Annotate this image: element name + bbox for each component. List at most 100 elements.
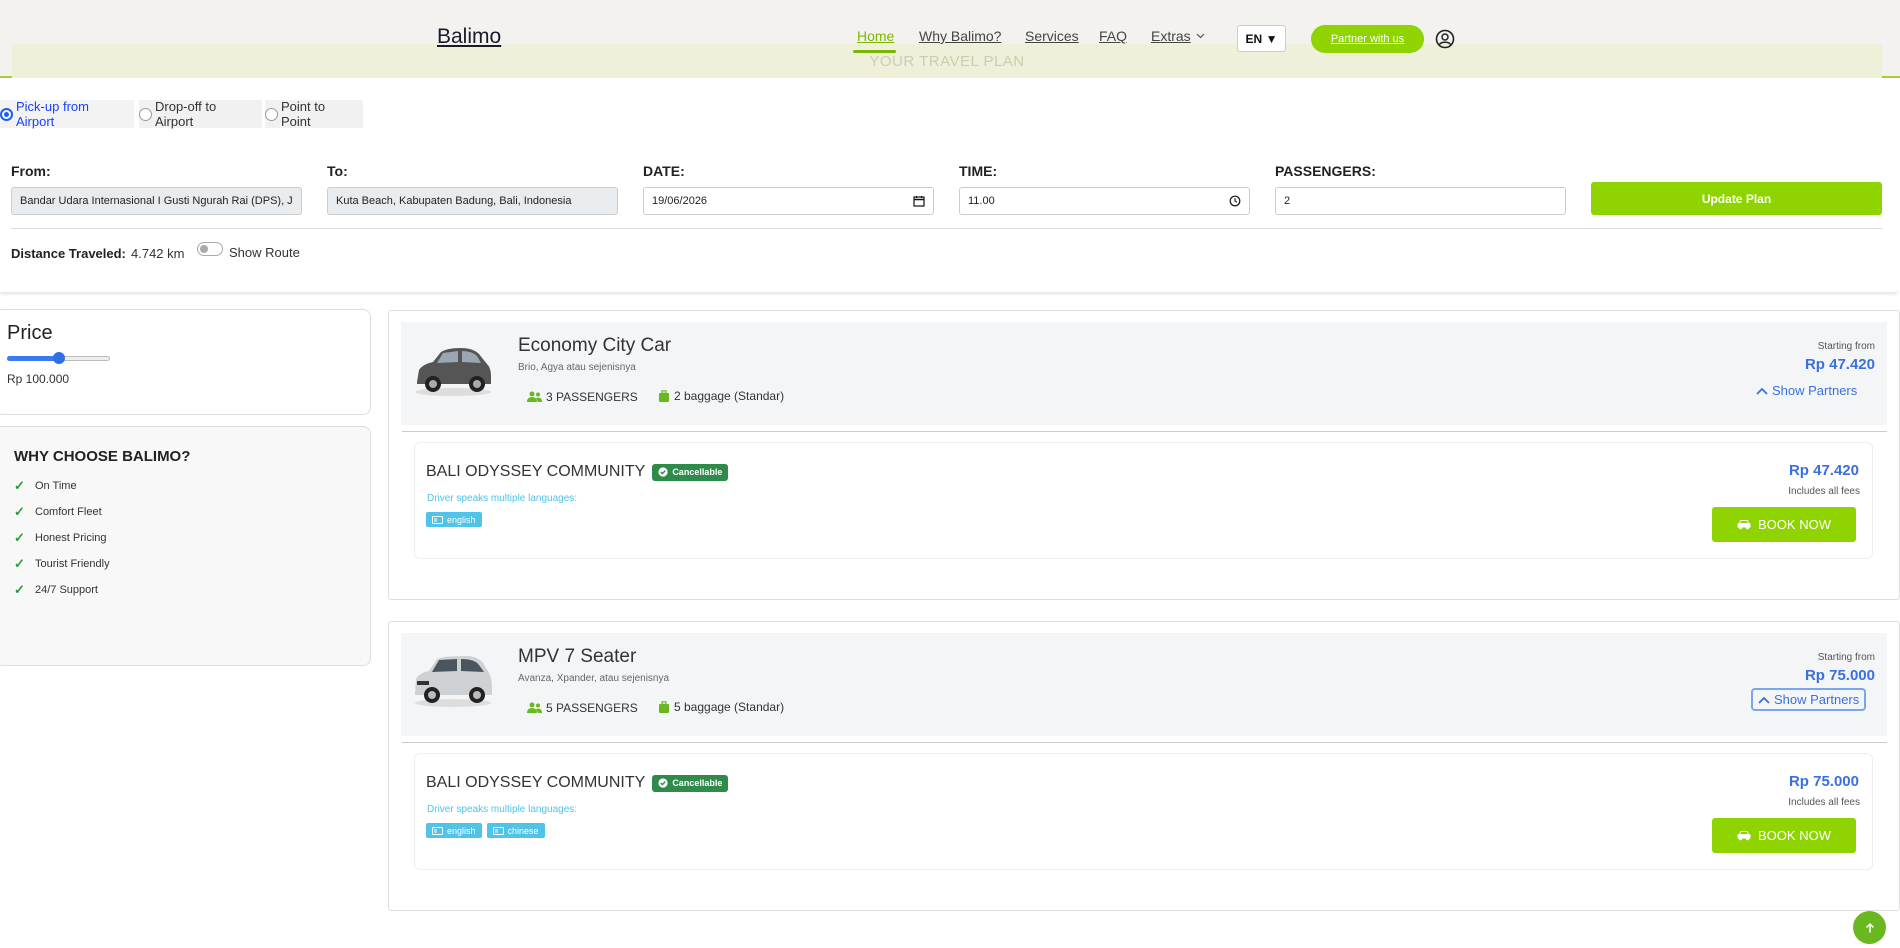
car-image-mpv xyxy=(415,656,492,707)
checkmark-icon: ✓ xyxy=(14,530,25,545)
id-card-icon xyxy=(492,826,504,835)
partner-with-us-button[interactable]: Partner with us xyxy=(1311,25,1424,53)
suitcase-icon xyxy=(659,389,669,402)
radio-pickup[interactable] xyxy=(0,107,13,121)
from-label: From: xyxy=(11,163,51,179)
passengers-label: PASSENGERS: xyxy=(1275,163,1376,179)
price-slider-handle[interactable] xyxy=(53,352,65,364)
check-circle-icon xyxy=(658,778,668,788)
car-image-economy xyxy=(415,348,491,396)
price-slider-fill xyxy=(7,356,59,361)
partner-card xyxy=(414,753,1873,870)
cancellable-label: Cancellable xyxy=(672,467,723,477)
id-card-icon xyxy=(432,515,443,524)
passengers-field[interactable]: 2 xyxy=(1275,187,1566,215)
user-account-icon[interactable] xyxy=(1435,29,1455,49)
users-icon xyxy=(527,391,542,402)
vehicle-subtitle: Brio, Agya atau sejenisnya xyxy=(518,362,636,373)
nav-extras[interactable]: Extras xyxy=(1151,28,1205,44)
language-label: EN xyxy=(1245,31,1263,46)
time-value: 11.00 xyxy=(968,195,995,207)
from-field[interactable]: Bandar Udara Internasional I Gusti Ngura… xyxy=(11,187,302,215)
show-partners-button[interactable]: Show Partners xyxy=(1756,383,1857,398)
arrow-up-icon xyxy=(1865,922,1874,932)
passengers-text: 5 PASSENGERS xyxy=(546,701,638,715)
vehicle-name: MPV 7 Seater xyxy=(518,646,637,667)
nav-home[interactable]: Home xyxy=(857,28,894,44)
distance-label: Distance Traveled: xyxy=(11,246,126,261)
update-plan-button[interactable]: Update Plan xyxy=(1591,182,1882,215)
checkmark-icon: ✓ xyxy=(14,582,25,597)
nav-active-indicator xyxy=(853,50,896,53)
back-to-top-button[interactable] xyxy=(1853,911,1886,944)
language-select[interactable]: EN ▼ xyxy=(1237,25,1286,52)
price-filter-title: Price xyxy=(7,322,53,344)
why-item-label: Comfort Fleet xyxy=(35,506,102,518)
language-chip: english xyxy=(426,512,482,527)
language-chip: chinese xyxy=(486,823,545,838)
language-chip-label: english xyxy=(447,514,476,525)
vehicle-divider xyxy=(402,742,1887,743)
time-field[interactable]: 11.00 xyxy=(959,187,1250,215)
why-item: ✓ Comfort Fleet xyxy=(14,504,102,520)
why-item: ✓ Tourist Friendly xyxy=(14,556,110,572)
clock-icon[interactable] xyxy=(1229,195,1241,207)
language-chips: english xyxy=(426,512,482,527)
cancellable-badge: Cancellable xyxy=(652,463,729,481)
why-item: ✓ On Time xyxy=(14,478,77,494)
vehicle-subtitle: Avanza, Xpander, atau sejenisnya xyxy=(518,673,670,684)
partner-name-row: BALI ODYSSEY COMMUNITY Cancellable xyxy=(426,463,729,481)
show-route-toggle[interactable] xyxy=(197,242,223,256)
language-note: Driver speaks multiple languages: xyxy=(427,493,578,504)
trip-type-pickup-label: Pick-up from Airport xyxy=(16,99,89,129)
users-icon xyxy=(527,702,542,713)
nav-why-balimo[interactable]: Why Balimo? xyxy=(919,28,1001,44)
trip-type-dropoff-label: Drop-off to Airport xyxy=(155,99,217,129)
caret-down-icon: ▼ xyxy=(1265,31,1278,46)
trip-type-dropoff[interactable]: Drop-off to Airport xyxy=(139,99,262,129)
starting-price: Rp 75.000 xyxy=(1804,667,1875,684)
book-now-button[interactable]: BOOK NOW xyxy=(1712,507,1856,542)
car-icon xyxy=(1737,520,1751,530)
trip-type-p2p-label: Point to Point xyxy=(281,99,326,129)
travel-plan-banner: YOUR TRAVEL PLAN xyxy=(12,44,1882,78)
cancellable-badge: Cancellable xyxy=(652,774,729,792)
why-item: ✓ Honest Pricing xyxy=(14,530,107,546)
why-item-label: Honest Pricing xyxy=(35,532,107,544)
partner-name: BALI ODYSSEY COMMUNITY xyxy=(426,774,646,791)
check-circle-icon xyxy=(658,467,668,477)
vehicle-baggage: 5 baggage (Standar) xyxy=(658,700,784,714)
date-field[interactable]: 19/06/2026 xyxy=(643,187,934,215)
book-now-button[interactable]: BOOK NOW xyxy=(1712,818,1856,853)
show-partners-button[interactable]: Show Partners xyxy=(1751,688,1867,711)
show-partners-label: Show Partners xyxy=(1774,692,1860,707)
checkmark-icon: ✓ xyxy=(14,504,25,519)
id-card-icon xyxy=(432,826,443,835)
trip-type-pickup[interactable]: Pick-up from Airport xyxy=(0,99,134,129)
language-chip-label: chinese xyxy=(507,825,539,836)
to-field[interactable]: Kuta Beach, Kabupaten Badung, Bali, Indo… xyxy=(327,187,618,215)
starting-from-label: Starting from xyxy=(1817,652,1875,663)
form-panel-shadow xyxy=(0,288,1897,292)
vehicle-name: Economy City Car xyxy=(518,335,672,356)
suitcase-icon xyxy=(659,700,669,713)
radio-point-to-point[interactable] xyxy=(265,107,278,121)
logo[interactable]: Balimo xyxy=(437,25,501,49)
starting-price: Rp 47.420 xyxy=(1804,356,1875,373)
partner-price: Rp 47.420 xyxy=(1788,462,1859,479)
language-chips: english chinese xyxy=(426,823,545,838)
to-label: To: xyxy=(327,163,348,179)
partner-price: Rp 75.000 xyxy=(1788,773,1859,790)
car-icon xyxy=(1737,831,1751,841)
nav-services[interactable]: Services xyxy=(1025,28,1079,44)
radio-dropoff[interactable] xyxy=(139,107,152,121)
book-now-label: BOOK NOW xyxy=(1758,517,1831,532)
trip-type-point-to-point[interactable]: Point to Point xyxy=(265,99,363,129)
why-item-label: 24/7 Support xyxy=(35,584,98,596)
nav-faq[interactable]: FAQ xyxy=(1099,28,1127,44)
calendar-icon[interactable] xyxy=(913,195,925,207)
distance-value: 4.742 km xyxy=(131,246,185,261)
why-item: ✓ 24/7 Support xyxy=(14,582,98,598)
show-route-label: Show Route xyxy=(229,245,300,260)
price-filter-value: Rp 100.000 xyxy=(7,372,70,386)
